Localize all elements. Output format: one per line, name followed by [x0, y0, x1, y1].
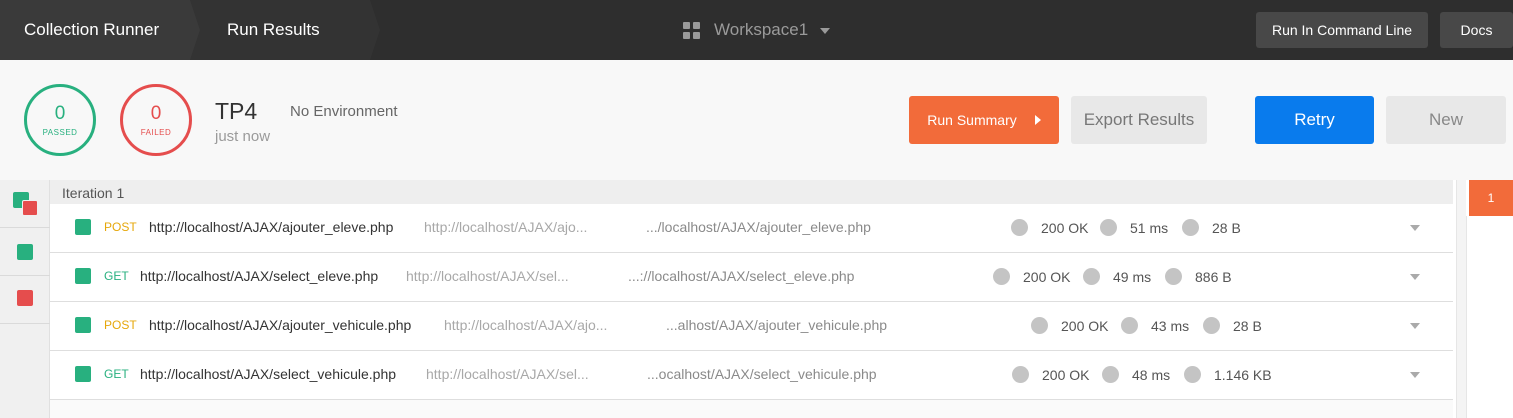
request-list: POST http://localhost/AJAX/ajouter_eleve…: [50, 204, 1453, 418]
request-method: POST: [104, 220, 137, 234]
passed-count: 0: [54, 102, 66, 124]
response-time: 49 ms: [1113, 269, 1152, 285]
chevron-down-icon[interactable]: [1410, 225, 1420, 231]
retry-button[interactable]: Retry: [1255, 96, 1374, 144]
size-dot-icon: [1203, 317, 1220, 334]
chevron-down-icon[interactable]: [1410, 323, 1420, 329]
iteration-badge[interactable]: 1: [1469, 180, 1513, 216]
request-short-url: http://localhost/AJAX/ajo...: [444, 317, 608, 333]
docs-button[interactable]: Docs: [1440, 12, 1513, 48]
collection-name: TP4: [215, 98, 258, 124]
size-dot-icon: [1165, 268, 1182, 285]
failed-square-icon: [22, 200, 38, 216]
time-dot-icon: [1102, 366, 1119, 383]
request-method: POST: [104, 318, 137, 332]
filter-failed[interactable]: [0, 276, 50, 324]
request-short-url: http://localhost/AJAX/ajo...: [424, 219, 588, 235]
response-status: 200 OK: [1042, 367, 1090, 383]
docs-label: Docs: [1460, 22, 1493, 38]
passed-filter-icon: [17, 244, 33, 260]
time-dot-icon: [1121, 317, 1138, 334]
response-size: 28 B: [1233, 318, 1262, 334]
response-time: 51 ms: [1130, 220, 1169, 236]
grid-icon: [683, 21, 700, 39]
status-dot-icon: [1031, 317, 1048, 334]
passed-label: PASSED: [42, 127, 78, 137]
breadcrumb-collection-runner-label: Collection Runner: [24, 20, 160, 39]
failed-counter: 0 FAILED: [120, 84, 192, 156]
run-time: just now: [215, 128, 271, 145]
response-status: 200 OK: [1023, 269, 1071, 285]
request-method: GET: [104, 367, 129, 381]
request-url: http://localhost/AJAX/ajouter_eleve.php: [149, 219, 394, 235]
iteration-status-column: [0, 180, 50, 418]
request-row[interactable]: GET http://localhost/AJAX/select_vehicul…: [50, 351, 1453, 400]
response-time: 48 ms: [1132, 367, 1171, 383]
failed-filter-icon: [17, 290, 33, 306]
failed-label: FAILED: [140, 127, 172, 137]
workspace-name: Workspace1: [714, 20, 809, 39]
request-resolved-url: ...://localhost/AJAX/select_eleve.php: [628, 268, 855, 284]
time-dot-icon: [1100, 219, 1117, 236]
new-button[interactable]: New: [1386, 96, 1506, 144]
iteration-badge-label: 1: [1487, 191, 1495, 205]
response-size: 886 B: [1195, 269, 1232, 285]
chevron-down-icon[interactable]: [1410, 274, 1420, 280]
size-dot-icon: [1184, 366, 1201, 383]
response-status: 200 OK: [1041, 220, 1089, 236]
run-summary-label: Run Summary: [927, 112, 1017, 128]
export-results-button[interactable]: Export Results: [1071, 96, 1207, 144]
request-resolved-url: ...alhost/AJAX/ajouter_vehicule.php: [666, 317, 888, 333]
time-dot-icon: [1083, 268, 1100, 285]
iteration-nav-pane: [1466, 216, 1513, 418]
status-dot-icon: [1011, 219, 1028, 236]
request-url: http://localhost/AJAX/select_eleve.php: [140, 268, 379, 284]
breadcrumb-collection-runner[interactable]: Collection Runner: [0, 0, 200, 60]
response-size: 1.146 KB: [1214, 367, 1272, 383]
new-label: New: [1428, 110, 1463, 129]
breadcrumb-run-results-label: Run Results: [227, 20, 320, 39]
request-method: GET: [104, 269, 129, 283]
request-url: http://localhost/AJAX/ajouter_vehicule.p…: [149, 317, 412, 333]
environment-label: No Environment: [290, 103, 398, 120]
request-short-url: http://localhost/AJAX/sel...: [426, 366, 589, 382]
run-summary-button[interactable]: Run Summary: [909, 96, 1059, 144]
size-dot-icon: [1182, 219, 1199, 236]
response-size: 28 B: [1212, 220, 1241, 236]
response-status: 200 OK: [1061, 318, 1109, 334]
status-pass-icon: [75, 219, 91, 235]
filter-passed[interactable]: [0, 228, 50, 276]
run-summary-header: 0 PASSED 0 FAILED TP4 just now No Enviro…: [0, 60, 1513, 180]
top-bar: Collection Runner Run Results Workspace1…: [0, 0, 1513, 60]
iteration-status-all[interactable]: [0, 180, 50, 228]
request-resolved-url: .../localhost/AJAX/ajouter_eleve.php: [646, 219, 871, 235]
request-resolved-url: ...ocalhost/AJAX/select_vehicule.php: [647, 366, 877, 382]
passed-counter: 0 PASSED: [24, 84, 96, 156]
status-pass-icon: [75, 366, 91, 382]
request-row[interactable]: POST http://localhost/AJAX/ajouter_eleve…: [50, 204, 1453, 253]
chevron-down-icon: [820, 28, 831, 34]
status-dot-icon: [1012, 366, 1029, 383]
run-in-command-line-button[interactable]: Run In Command Line: [1256, 12, 1428, 48]
run-in-command-line-label: Run In Command Line: [1271, 22, 1413, 38]
status-dot-icon: [993, 268, 1010, 285]
response-time: 43 ms: [1151, 318, 1190, 334]
workspace-switcher[interactable]: Workspace1: [683, 0, 831, 60]
request-row[interactable]: GET http://localhost/AJAX/select_eleve.p…: [50, 253, 1453, 302]
retry-label: Retry: [1294, 110, 1335, 129]
request-short-url: http://localhost/AJAX/sel...: [406, 268, 569, 284]
play-icon: [1034, 115, 1041, 125]
request-row[interactable]: POST http://localhost/AJAX/ajouter_vehic…: [50, 302, 1453, 351]
iteration-header: Iteration 1: [50, 180, 1453, 204]
status-pass-icon: [75, 268, 91, 284]
chevron-down-icon[interactable]: [1410, 372, 1420, 378]
breadcrumb-run-results[interactable]: Run Results: [190, 0, 380, 60]
failed-count: 0: [150, 102, 162, 124]
scrollbar[interactable]: [1456, 180, 1466, 418]
export-results-label: Export Results: [1083, 110, 1195, 129]
request-url: http://localhost/AJAX/select_vehicule.ph…: [140, 366, 397, 382]
status-pass-icon: [75, 317, 91, 333]
